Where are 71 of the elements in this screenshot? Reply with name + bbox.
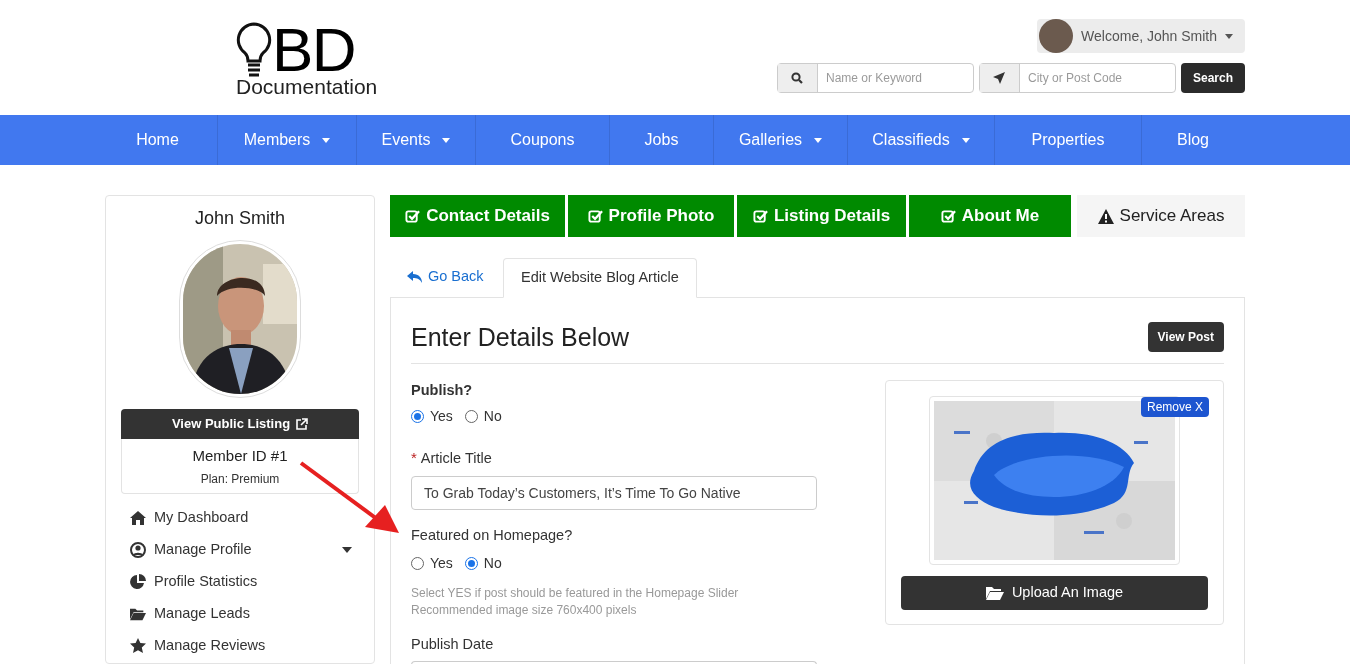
checkbox-icon <box>405 208 421 224</box>
radio-label: No <box>483 553 502 573</box>
help-text: Select YES if post should be featured in the Homepage Slider <box>411 584 740 602</box>
keyword-search-box[interactable]: Name or Keyword <box>776 63 974 93</box>
go-back-link[interactable]: Go Back <box>390 257 503 297</box>
field-label: Featured on Homepage? <box>411 525 574 545</box>
step-button[interactable]: Service Areas <box>1077 195 1245 237</box>
required-mark: * <box>411 448 417 469</box>
folder-icon <box>985 585 1004 600</box>
remove-image-button[interactable]: Remove X <box>1140 396 1209 417</box>
form-heading: Enter Details Below <box>411 322 630 353</box>
field-label: Publish Date <box>411 634 495 654</box>
location-search-field[interactable]: City or Post Code <box>1019 64 1175 92</box>
view-post-button[interactable]: View Post <box>1147 321 1224 352</box>
step-button[interactable]: Listing Details <box>737 195 906 237</box>
sidebar-menu-item[interactable]: Profile Statistics <box>130 565 258 598</box>
nav-item[interactable]: Jobs <box>609 115 713 165</box>
radio-button[interactable] <box>464 556 478 570</box>
nav-item[interactable]: Properties <box>994 115 1141 165</box>
nav-item[interactable]: Members <box>217 115 356 165</box>
warning-icon <box>1097 208 1114 224</box>
step-button[interactable]: Profile Photo <box>568 195 734 237</box>
logo-mark: BD <box>272 22 356 78</box>
user-menu[interactable]: Welcome, John Smith <box>1037 19 1245 53</box>
sidebar-menu-item[interactable]: Manage Reviews <box>130 629 266 662</box>
sidebar-menu-item[interactable]: Manage Profile <box>130 533 352 566</box>
checkbox-icon <box>587 208 603 224</box>
nav-item[interactable]: Blog <box>1141 115 1244 165</box>
external-link-icon <box>296 418 309 430</box>
star-icon <box>130 638 146 653</box>
folder-icon <box>130 606 146 621</box>
nav-item[interactable]: Galleries <box>713 115 847 165</box>
logo-caption: Documentation <box>236 76 378 98</box>
location-arrow-icon <box>993 72 1006 84</box>
step-button[interactable]: Contact Details <box>390 195 565 237</box>
checkbox-icon <box>752 208 768 224</box>
radio-button[interactable] <box>411 410 424 424</box>
search-icon <box>791 72 804 84</box>
keyword-search-field[interactable]: Name or Keyword <box>817 64 973 92</box>
pie-chart-icon <box>130 573 146 590</box>
member-name: John Smith <box>194 207 285 230</box>
field-label: Publish? <box>411 380 474 400</box>
home-icon <box>130 510 146 525</box>
radio-label: No <box>483 407 502 427</box>
help-text: Recommended image size 760x400 pixels <box>411 601 638 619</box>
article-title-field[interactable]: To Grab Today’s Customers, It’s Time To Go Native <box>411 475 817 510</box>
member-plan: Plan: Premium <box>200 470 280 488</box>
lightbulb-icon <box>236 22 272 78</box>
upload-image-button[interactable]: Upload An Image <box>901 575 1208 610</box>
nav-item[interactable]: Events <box>356 115 475 165</box>
step-button[interactable]: About Me <box>909 195 1071 237</box>
search-button[interactable]: Search <box>1180 63 1245 93</box>
sidebar-menu-item[interactable]: Manage Leads <box>130 597 250 630</box>
avatar <box>1039 19 1074 53</box>
user-circle-icon <box>130 541 146 558</box>
location-search-box[interactable]: City or Post Code <box>978 63 1176 93</box>
checkbox-icon <box>940 208 956 224</box>
view-public-listing-button[interactable]: View Public Listing <box>121 409 359 439</box>
radio-button[interactable] <box>464 410 478 424</box>
radio-button[interactable] <box>411 556 424 570</box>
field-label: Article Title <box>420 448 492 468</box>
nav-item[interactable]: Home <box>98 115 217 165</box>
radio-label: Yes <box>430 407 453 427</box>
reply-arrow-icon <box>407 271 422 283</box>
radio-label: Yes <box>430 553 453 573</box>
caret-icon <box>1225 33 1233 39</box>
nav-item[interactable]: Coupons <box>475 115 609 165</box>
nav-item[interactable]: Classifieds <box>847 115 994 165</box>
member-id: Member ID #1 <box>192 446 288 466</box>
sidebar-menu-item[interactable]: My Dashboard <box>130 501 249 534</box>
tab[interactable]: Edit Website Blog Article <box>503 258 697 298</box>
